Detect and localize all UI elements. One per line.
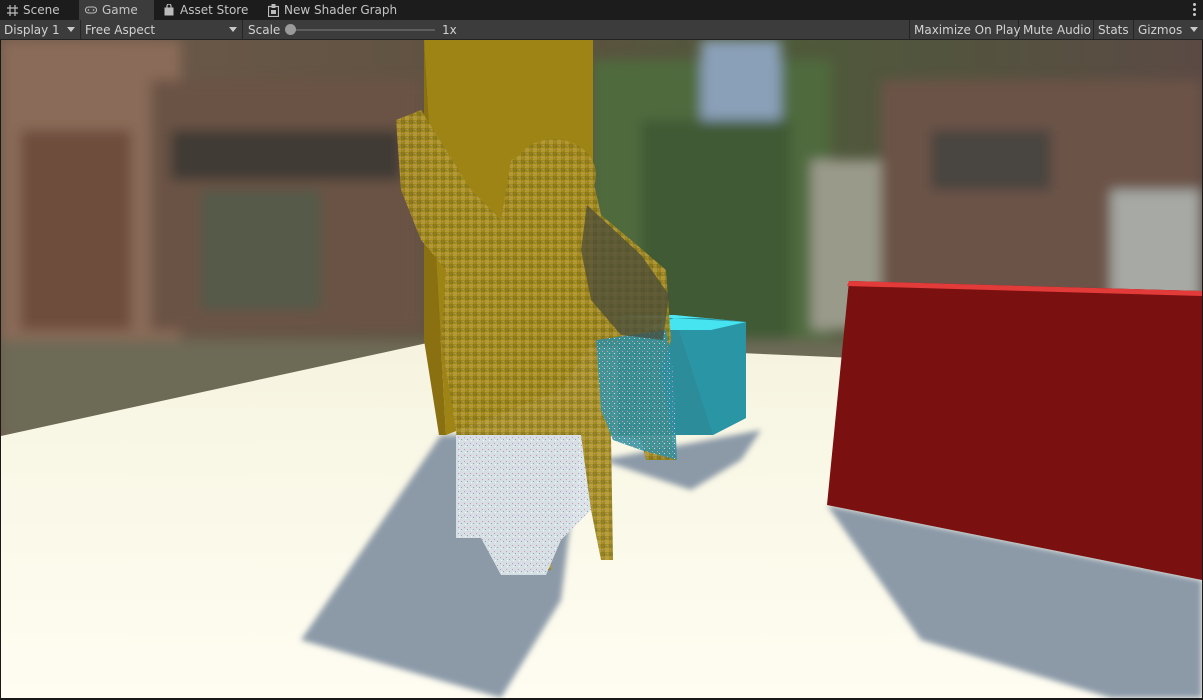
- scale-slider-track[interactable]: [292, 29, 435, 31]
- display-dropdown[interactable]: Display 1: [0, 20, 81, 39]
- grid-icon: [6, 4, 18, 16]
- scale-slider-handle[interactable]: [285, 24, 296, 35]
- gizmos-dropdown[interactable]: Gizmos: [1134, 20, 1203, 39]
- scale-value: 1x: [442, 22, 457, 37]
- tab-label: Scene: [23, 3, 60, 17]
- chevron-down-icon: [1190, 27, 1198, 32]
- shader-graph-icon: [268, 3, 279, 17]
- maximize-on-play-toggle[interactable]: Maximize On Play: [909, 20, 1021, 39]
- tab-label: Asset Store: [180, 3, 249, 17]
- gizmos-label: Gizmos: [1138, 22, 1183, 37]
- display-label: Display 1: [4, 22, 60, 37]
- tab-asset-store[interactable]: Asset Store: [157, 0, 255, 20]
- tab-label: Game: [102, 3, 138, 17]
- game-viewport[interactable]: [1, 40, 1202, 698]
- aspect-label: Free Aspect: [85, 22, 156, 37]
- tab-label: New Shader Graph: [284, 3, 398, 17]
- tab-new-shader-graph[interactable]: New Shader Graph: [262, 0, 402, 20]
- scale-label: Scale: [248, 22, 281, 37]
- stats-toggle[interactable]: Stats: [1094, 20, 1134, 39]
- gamepad-icon: [85, 4, 97, 16]
- game-view-toolbar: Display 1 Free Aspect Scale 1x Maximize …: [0, 20, 1203, 40]
- chevron-down-icon: [67, 27, 75, 32]
- more-options-icon[interactable]: [1193, 2, 1197, 17]
- shopping-bag-icon: [163, 4, 175, 16]
- aspect-dropdown[interactable]: Free Aspect: [81, 20, 243, 39]
- mute-audio-toggle[interactable]: Mute Audio: [1019, 20, 1094, 39]
- tab-bar: Scene Game Asset Store New Shader Graph: [0, 0, 1203, 20]
- chevron-down-icon: [229, 27, 237, 32]
- tab-game[interactable]: Game: [79, 0, 154, 20]
- tab-scene[interactable]: Scene: [0, 0, 79, 20]
